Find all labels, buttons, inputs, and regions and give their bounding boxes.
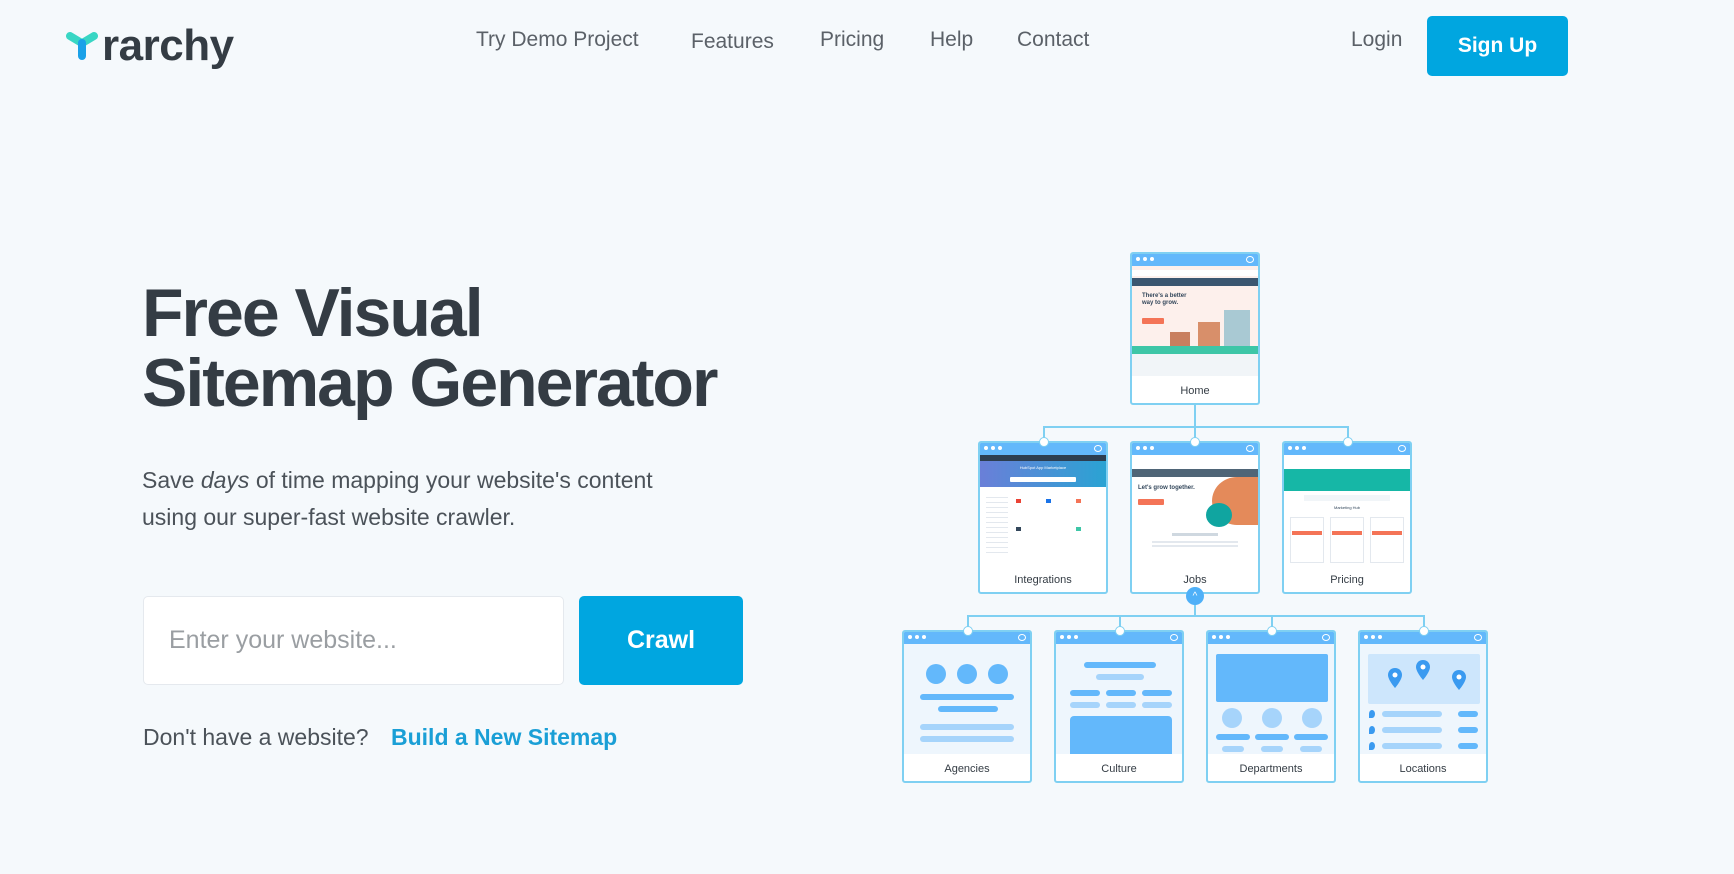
- nav-features[interactable]: Features: [691, 30, 774, 54]
- comment-icon: [1322, 634, 1330, 641]
- expand-node-icon[interactable]: [1343, 437, 1353, 447]
- expand-node-icon[interactable]: [1267, 626, 1277, 636]
- sitemap-page-jobs[interactable]: Let's grow together. Jobs: [1130, 441, 1260, 594]
- build-new-sitemap-link[interactable]: Build a New Sitemap: [391, 724, 617, 751]
- page-label: Agencies: [944, 763, 990, 775]
- browser-bar: [1132, 254, 1258, 266]
- website-url-input[interactable]: [143, 596, 564, 685]
- sitemap-page-integrations[interactable]: HubSpot App Marketplace Integrations: [978, 441, 1108, 594]
- crawl-button[interactable]: Crawl: [579, 596, 743, 685]
- window-dots-icon: [1212, 635, 1230, 639]
- subtitle-text: Save: [142, 467, 195, 493]
- nav-try-demo-project[interactable]: Try Demo Project: [476, 28, 639, 52]
- window-dots-icon: [1288, 446, 1306, 450]
- sitemap-page-agencies[interactable]: Agencies: [902, 630, 1032, 783]
- connector-line: [1194, 405, 1196, 427]
- person-icon: [1222, 708, 1242, 728]
- page-label: Pricing: [1330, 574, 1364, 586]
- preview-heading: Marketing Hub: [1333, 505, 1360, 510]
- preview-heading: Let's grow together.: [1138, 485, 1195, 491]
- login-link[interactable]: Login: [1351, 28, 1402, 52]
- sitemap-page-departments[interactable]: Departments: [1206, 630, 1336, 783]
- collapse-toggle-icon[interactable]: ^: [1186, 587, 1204, 605]
- comment-icon: [1246, 445, 1254, 452]
- image-placeholder-icon: [1216, 654, 1328, 702]
- nav-contact[interactable]: Contact: [1017, 28, 1089, 52]
- subtitle-text: using our super-fast website crawler.: [142, 504, 516, 530]
- page-label: Integrations: [1014, 574, 1072, 586]
- expand-node-icon[interactable]: [963, 626, 973, 636]
- subtitle-text: of time mapping your website's content: [255, 467, 653, 493]
- logo[interactable]: rarchy: [66, 20, 234, 72]
- window-dots-icon: [908, 635, 926, 639]
- page-title: Free Visual Sitemap Generator: [142, 275, 718, 421]
- sitemap-page-pricing[interactable]: Marketing Hub Pricing: [1282, 441, 1412, 594]
- window-dots-icon: [1136, 446, 1154, 450]
- sitemap-page-culture[interactable]: Culture: [1054, 630, 1184, 783]
- subtitle-emphasis: days: [200, 467, 250, 493]
- sitemap-page-locations[interactable]: Locations: [1358, 630, 1488, 783]
- page-label: Locations: [1399, 763, 1447, 775]
- sitemap-page-home[interactable]: There's a better way to grow. Home: [1130, 252, 1260, 405]
- expand-node-icon[interactable]: [1039, 437, 1049, 447]
- pin-icon: [1369, 742, 1375, 750]
- title-line-1: Free Visual: [142, 275, 484, 351]
- nav-pricing[interactable]: Pricing: [820, 28, 884, 52]
- page-label: Culture: [1101, 763, 1137, 775]
- connector-line: [967, 615, 1424, 617]
- avatar-circle-icon: [988, 664, 1008, 684]
- expand-node-icon[interactable]: [1419, 626, 1429, 636]
- brand-name: rarchy: [102, 21, 234, 70]
- map-pin-icon: [1388, 668, 1402, 688]
- window-dots-icon: [984, 446, 1002, 450]
- person-icon: [1302, 708, 1322, 728]
- expand-node-icon[interactable]: [1190, 437, 1200, 447]
- comment-icon: [1246, 256, 1254, 263]
- avatar-circle-icon: [957, 664, 977, 684]
- window-dots-icon: [1060, 635, 1078, 639]
- page-label: Home: [1180, 385, 1210, 397]
- map-pin-icon: [1452, 670, 1466, 690]
- nav-help[interactable]: Help: [930, 28, 973, 52]
- page-label: Jobs: [1183, 574, 1207, 586]
- comment-icon: [1018, 634, 1026, 641]
- comment-icon: [1474, 634, 1482, 641]
- sign-up-button[interactable]: Sign Up: [1427, 16, 1568, 76]
- map-pin-icon: [1416, 660, 1430, 680]
- rarchy-logo-icon: [66, 28, 98, 64]
- page-label: Departments: [1239, 763, 1303, 775]
- comment-icon: [1170, 634, 1178, 641]
- window-dots-icon: [1136, 257, 1154, 261]
- title-line-2: Sitemap Generator: [142, 345, 718, 421]
- comment-icon: [1094, 445, 1102, 452]
- window-dots-icon: [1364, 635, 1382, 639]
- comment-icon: [1398, 445, 1406, 452]
- pin-icon: [1369, 710, 1375, 718]
- person-icon: [1262, 708, 1282, 728]
- preview-heading: There's a better way to grow.: [1142, 293, 1187, 306]
- pin-icon: [1369, 726, 1375, 734]
- hero-subtitle: Save days of time mapping your website's…: [142, 462, 653, 536]
- expand-node-icon[interactable]: [1115, 626, 1125, 636]
- preview-heading: HubSpot App Marketplace: [1019, 465, 1067, 470]
- image-placeholder-icon: [1070, 716, 1172, 754]
- avatar-circle-icon: [926, 664, 946, 684]
- no-website-text: Don't have a website?: [143, 724, 369, 750]
